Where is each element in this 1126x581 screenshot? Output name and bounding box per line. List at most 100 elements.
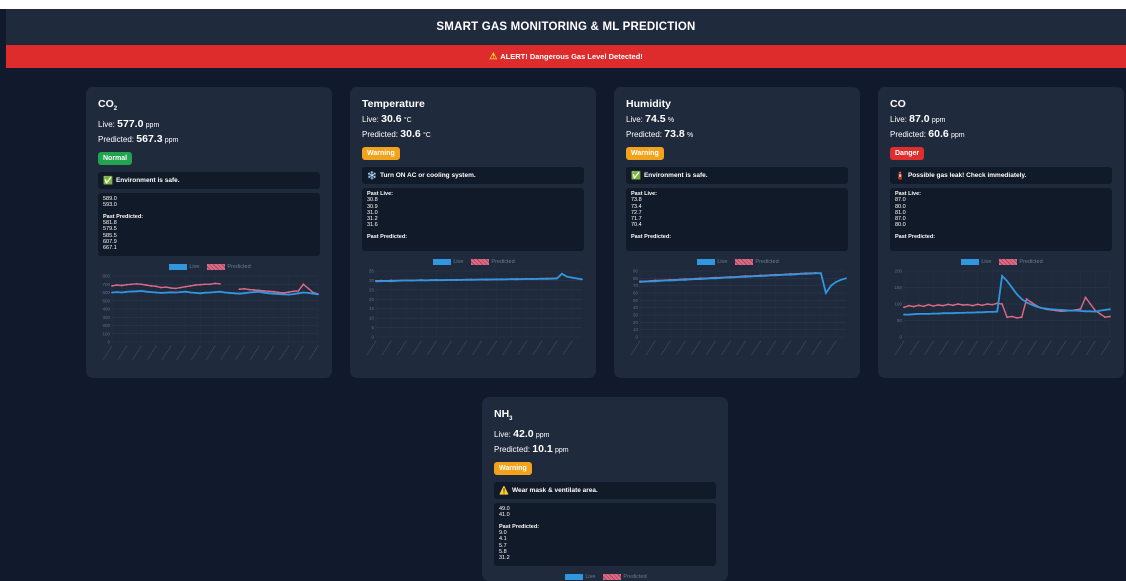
card-title: CO2	[98, 98, 320, 116]
y-tick-label: 500	[102, 298, 110, 303]
live-point	[639, 281, 641, 283]
x-tick-mark	[532, 340, 543, 356]
predicted-point	[145, 284, 148, 287]
live-point	[814, 272, 817, 275]
live-point	[684, 278, 687, 281]
predicted-label: Predicted:	[890, 130, 927, 139]
live-point	[475, 278, 478, 281]
chart-legend[interactable]: Live Predicted	[626, 259, 848, 265]
live-point	[238, 292, 241, 295]
x-tick-mark	[1026, 340, 1037, 356]
y-tick-label: 35	[369, 269, 375, 274]
predicted-point	[1015, 316, 1018, 319]
live-point	[1094, 310, 1097, 313]
predicted-point	[917, 304, 920, 307]
live-point	[385, 280, 387, 282]
y-tick-label: 50	[633, 298, 639, 303]
predicted-point	[243, 287, 246, 290]
y-tick-label: 100	[102, 331, 110, 336]
y-tick-label: 800	[102, 274, 110, 279]
x-tick-mark	[426, 340, 437, 356]
live-point	[991, 311, 994, 313]
live-point	[957, 312, 959, 314]
y-tick-label: 100	[894, 302, 902, 307]
live-point	[253, 291, 256, 294]
top-strip	[0, 0, 1126, 9]
live-point	[794, 273, 797, 276]
history-panel[interactable]: Past Live: 73.8 73.4 72.7 71.7 70.4 Past Predi…	[626, 188, 848, 251]
card-title: CO	[890, 98, 1112, 111]
live-point	[287, 293, 290, 296]
live-point	[689, 278, 692, 281]
live-label: Live:	[626, 115, 643, 124]
legend-live-label: Live	[585, 574, 596, 581]
predicted-point	[1084, 296, 1087, 299]
live-point	[912, 313, 915, 316]
predicted-row: Predicted: 60.6 ppm	[890, 129, 1112, 141]
live-point	[307, 292, 310, 294]
history-panel[interactable]: Past Live: 87.0 80.0 81.0 87.0 80.0 Past Predi…	[890, 188, 1112, 251]
history-panel[interactable]: Past Live: 30.8 30.9 31.0 31.2 31.6 Past Predi…	[362, 188, 584, 251]
live-point	[233, 292, 236, 295]
line-chart[interactable]: 200 150 100 50 0	[890, 267, 1112, 367]
chart-legend[interactable]: Live Predicted	[362, 259, 584, 265]
live-point	[545, 278, 548, 280]
predicted-point	[947, 303, 950, 306]
live-value: 577.0	[117, 118, 144, 131]
line-chart[interactable]: 90 80 70 60 50 40 30 20 10 0	[626, 267, 848, 367]
live-point	[981, 311, 984, 314]
message-text: Wear mask & ventilate area.	[511, 487, 598, 495]
live-point	[515, 278, 518, 281]
predicted-point	[971, 304, 974, 307]
chart-legend[interactable]: Live Predicted	[890, 259, 1112, 265]
live-point	[840, 278, 842, 281]
legend-live-swatch	[433, 259, 452, 265]
predicted-point	[1109, 315, 1111, 318]
x-tick-mark	[102, 345, 113, 361]
predicted-point	[1099, 313, 1102, 315]
live-point	[942, 312, 945, 315]
live-point	[460, 278, 463, 281]
predicted-point	[277, 291, 280, 294]
x-tick-mark	[456, 340, 467, 356]
history-panel[interactable]: 49.0 41.0 Past Predicted: 9.0 4.1 5.7 5.8 31.2	[494, 503, 716, 567]
live-point	[784, 273, 787, 276]
sensor-name: Humidity	[626, 98, 671, 110]
x-tick-mark	[220, 345, 231, 361]
line-chart[interactable]: 35 30 25 20 15 10 5 0	[362, 267, 584, 367]
live-point	[130, 290, 133, 293]
x-tick-mark	[894, 340, 905, 356]
y-tick-label: 10	[369, 316, 375, 321]
chart-legend[interactable]: Live Predicted	[98, 264, 320, 271]
legend-live-swatch	[169, 264, 188, 271]
live-point	[917, 313, 920, 315]
live-point	[830, 284, 832, 287]
card-co2: CO2 Live: 577.0 ppm Predicted: 567.3 ppm No…	[86, 87, 332, 378]
predicted-point	[238, 288, 241, 291]
live-row: Live: 87.0 ppm	[890, 114, 1112, 126]
predicted-label: Predicted:	[494, 445, 531, 455]
predicted-point	[1104, 316, 1106, 319]
x-tick-mark	[1071, 340, 1082, 356]
x-tick-mark	[487, 340, 498, 356]
live-point	[922, 313, 925, 315]
live-point	[961, 312, 964, 314]
live-point	[576, 277, 578, 280]
live-row: Live: 30.6 °C	[362, 114, 584, 126]
predicted-value: 60.6	[928, 128, 949, 140]
x-tick-mark	[705, 340, 716, 356]
chart-legend[interactable]: Live Predicted	[494, 574, 716, 581]
sensor-name: CO	[98, 98, 114, 110]
y-tick-label: 40	[633, 305, 639, 310]
line-chart[interactable]: 800 700 600 500 400 300 200 100 0	[98, 272, 320, 372]
live-point	[405, 279, 408, 282]
past-predicted-label: Past Predicted:	[895, 233, 936, 240]
status-badge: Warning	[626, 147, 664, 160]
x-tick-mark	[308, 345, 319, 361]
predicted-row: Predicted: 30.6 °C	[362, 129, 584, 141]
predicted-point	[184, 285, 187, 288]
predicted-point	[120, 284, 123, 287]
history-panel[interactable]: 589.0 593.0 Past Predicted: 581.8 579.5 585.5…	[98, 193, 320, 257]
predicted-point	[297, 290, 300, 292]
live-point	[835, 281, 837, 283]
